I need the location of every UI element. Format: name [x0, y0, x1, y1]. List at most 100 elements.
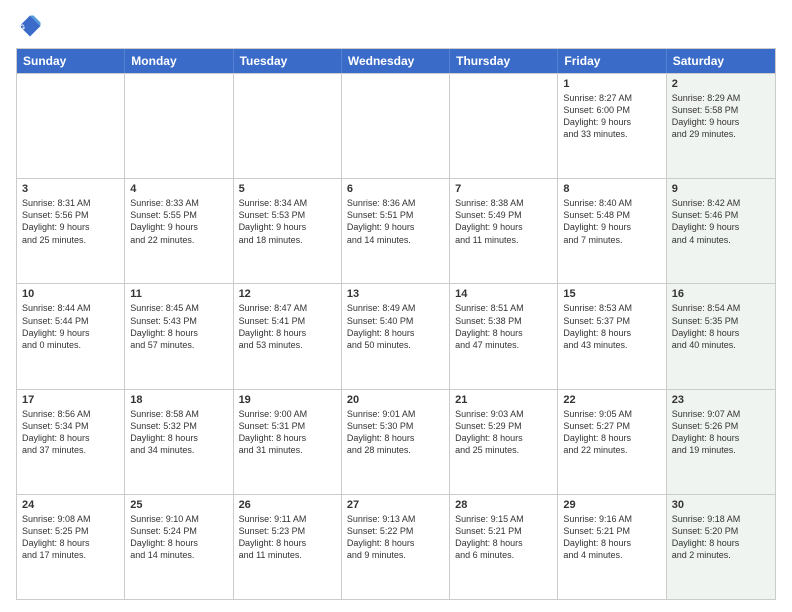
header-day-tuesday: Tuesday — [234, 49, 342, 73]
day-cell-22: 22Sunrise: 9:05 AM Sunset: 5:27 PM Dayli… — [558, 390, 666, 494]
day-cell-28: 28Sunrise: 9:15 AM Sunset: 5:21 PM Dayli… — [450, 495, 558, 599]
day-info: Sunrise: 8:34 AM Sunset: 5:53 PM Dayligh… — [239, 197, 336, 246]
day-info: Sunrise: 8:45 AM Sunset: 5:43 PM Dayligh… — [130, 302, 227, 351]
day-info: Sunrise: 9:01 AM Sunset: 5:30 PM Dayligh… — [347, 408, 444, 457]
day-info: Sunrise: 9:00 AM Sunset: 5:31 PM Dayligh… — [239, 408, 336, 457]
day-cell-17: 17 Sunrise: 8:56 AM Sunset: 5:34 PM Dayli… — [17, 390, 125, 494]
header-day-sunday: Sunday — [17, 49, 125, 73]
day-number: 4 — [130, 183, 227, 195]
day-info: Sunrise: 9:16 AM Sunset: 5:21 PM Dayligh… — [563, 513, 660, 562]
day-number: 2 — [672, 78, 770, 90]
day-cell-7: 7 Sunrise: 8:38 AM Sunset: 5:49 PM Daylig… — [450, 179, 558, 283]
empty-cell-0-3 — [342, 74, 450, 178]
page: G SundayMondayTuesdayWednesdayThursdayFr… — [0, 0, 792, 612]
day-info: Sunrise: 8:44 AM Sunset: 5:44 PM Dayligh… — [22, 302, 119, 351]
day-info: Sunrise: 9:13 AM Sunset: 5:22 PM Dayligh… — [347, 513, 444, 562]
day-cell-15: 15 Sunrise: 8:53 AM Sunset: 5:37 PM Dayli… — [558, 284, 666, 388]
calendar-header: SundayMondayTuesdayWednesdayThursdayFrid… — [17, 49, 775, 73]
day-cell-23: 23 Sunrise: 9:07 AM Sunset: 5:26 PM Dayli… — [667, 390, 775, 494]
day-info: Sunrise: 8:42 AM Sunset: 5:46 PM Dayligh… — [672, 197, 770, 246]
day-number: 21 — [455, 394, 552, 406]
day-number: 17 — [22, 394, 119, 406]
day-info: Sunrise: 9:03 AM Sunset: 5:29 PM Dayligh… — [455, 408, 552, 457]
day-cell-21: 21 Sunrise: 9:03 AM Sunset: 5:29 PM Dayli… — [450, 390, 558, 494]
day-cell-25: 25 Sunrise: 9:10 AM Sunset: 5:24 PM Dayli… — [125, 495, 233, 599]
day-cell-27: 27 Sunrise: 9:13 AM Sunset: 5:22 PM Dayli… — [342, 495, 450, 599]
day-info: Sunrise: 8:49 AM Sunset: 5:40 PM Dayligh… — [347, 302, 444, 351]
calendar: SundayMondayTuesdayWednesdayThursdayFrid… — [16, 48, 776, 600]
day-number: 30 — [672, 499, 770, 511]
day-number: 1 — [563, 78, 660, 90]
day-number: 24 — [22, 499, 119, 511]
day-cell-3: 3 Sunrise: 8:31 AM Sunset: 5:56 PM Daylig… — [17, 179, 125, 283]
day-cell-26: 26 Sunrise: 9:11 AM Sunset: 5:23 PM Dayli… — [234, 495, 342, 599]
day-number: 18 — [130, 394, 227, 406]
day-number: 15 — [563, 288, 660, 300]
day-info: Sunrise: 8:29 AM Sunset: 5:58 PM Dayligh… — [672, 92, 770, 141]
day-number: 5 — [239, 183, 336, 195]
day-info: Sunrise: 8:27 AM Sunset: 6:00 PM Dayligh… — [563, 92, 660, 141]
day-number: 23 — [672, 394, 770, 406]
calendar-row-1: 3 Sunrise: 8:31 AM Sunset: 5:56 PM Daylig… — [17, 178, 775, 283]
day-cell-2: 2 Sunrise: 8:29 AM Sunset: 5:58 PM Daylig… — [667, 74, 775, 178]
day-cell-6: 6Sunrise: 8:36 AM Sunset: 5:51 PM Daylig… — [342, 179, 450, 283]
logo-icon: G — [16, 12, 44, 40]
empty-cell-0-4 — [450, 74, 558, 178]
header: G — [16, 12, 776, 40]
day-info: Sunrise: 9:05 AM Sunset: 5:27 PM Dayligh… — [563, 408, 660, 457]
day-number: 29 — [563, 499, 660, 511]
day-info: Sunrise: 8:47 AM Sunset: 5:41 PM Dayligh… — [239, 302, 336, 351]
day-info: Sunrise: 8:54 AM Sunset: 5:35 PM Dayligh… — [672, 302, 770, 351]
day-cell-9: 9 Sunrise: 8:42 AM Sunset: 5:46 PM Daylig… — [667, 179, 775, 283]
header-day-thursday: Thursday — [450, 49, 558, 73]
logo: G — [16, 12, 48, 40]
day-info: Sunrise: 9:10 AM Sunset: 5:24 PM Dayligh… — [130, 513, 227, 562]
day-number: 13 — [347, 288, 444, 300]
day-number: 26 — [239, 499, 336, 511]
day-number: 10 — [22, 288, 119, 300]
day-number: 9 — [672, 183, 770, 195]
day-info: Sunrise: 8:56 AM Sunset: 5:34 PM Dayligh… — [22, 408, 119, 457]
day-info: Sunrise: 9:07 AM Sunset: 5:26 PM Dayligh… — [672, 408, 770, 457]
day-cell-19: 19Sunrise: 9:00 AM Sunset: 5:31 PM Dayli… — [234, 390, 342, 494]
day-number: 7 — [455, 183, 552, 195]
day-info: Sunrise: 8:58 AM Sunset: 5:32 PM Dayligh… — [130, 408, 227, 457]
day-info: Sunrise: 8:36 AM Sunset: 5:51 PM Dayligh… — [347, 197, 444, 246]
day-cell-5: 5 Sunrise: 8:34 AM Sunset: 5:53 PM Daylig… — [234, 179, 342, 283]
day-cell-16: 16 Sunrise: 8:54 AM Sunset: 5:35 PM Dayli… — [667, 284, 775, 388]
day-cell-30: 30 Sunrise: 9:18 AM Sunset: 5:20 PM Dayli… — [667, 495, 775, 599]
day-number: 12 — [239, 288, 336, 300]
day-info: Sunrise: 8:53 AM Sunset: 5:37 PM Dayligh… — [563, 302, 660, 351]
day-info: Sunrise: 9:08 AM Sunset: 5:25 PM Dayligh… — [22, 513, 119, 562]
empty-cell-0-1 — [125, 74, 233, 178]
day-number: 11 — [130, 288, 227, 300]
day-info: Sunrise: 9:15 AM Sunset: 5:21 PM Dayligh… — [455, 513, 552, 562]
day-number: 16 — [672, 288, 770, 300]
day-cell-11: 11 Sunrise: 8:45 AM Sunset: 5:43 PM Dayli… — [125, 284, 233, 388]
calendar-row-3: 17 Sunrise: 8:56 AM Sunset: 5:34 PM Dayli… — [17, 389, 775, 494]
day-info: Sunrise: 8:31 AM Sunset: 5:56 PM Dayligh… — [22, 197, 119, 246]
day-number: 27 — [347, 499, 444, 511]
day-number: 3 — [22, 183, 119, 195]
calendar-body: 1 Sunrise: 8:27 AM Sunset: 6:00 PM Daylig… — [17, 73, 775, 599]
day-cell-8: 8Sunrise: 8:40 AM Sunset: 5:48 PM Daylig… — [558, 179, 666, 283]
header-day-friday: Friday — [558, 49, 666, 73]
day-cell-4: 4 Sunrise: 8:33 AM Sunset: 5:55 PM Daylig… — [125, 179, 233, 283]
day-cell-10: 10 Sunrise: 8:44 AM Sunset: 5:44 PM Dayli… — [17, 284, 125, 388]
day-number: 14 — [455, 288, 552, 300]
empty-cell-0-2 — [234, 74, 342, 178]
day-info: Sunrise: 8:40 AM Sunset: 5:48 PM Dayligh… — [563, 197, 660, 246]
header-day-wednesday: Wednesday — [342, 49, 450, 73]
day-number: 20 — [347, 394, 444, 406]
day-cell-20: 20 Sunrise: 9:01 AM Sunset: 5:30 PM Dayli… — [342, 390, 450, 494]
header-day-saturday: Saturday — [667, 49, 775, 73]
day-info: Sunrise: 8:38 AM Sunset: 5:49 PM Dayligh… — [455, 197, 552, 246]
day-info: Sunrise: 9:18 AM Sunset: 5:20 PM Dayligh… — [672, 513, 770, 562]
day-info: Sunrise: 9:11 AM Sunset: 5:23 PM Dayligh… — [239, 513, 336, 562]
day-number: 25 — [130, 499, 227, 511]
day-cell-13: 13 Sunrise: 8:49 AM Sunset: 5:40 PM Dayli… — [342, 284, 450, 388]
calendar-row-4: 24 Sunrise: 9:08 AM Sunset: 5:25 PM Dayli… — [17, 494, 775, 599]
day-cell-18: 18 Sunrise: 8:58 AM Sunset: 5:32 PM Dayli… — [125, 390, 233, 494]
day-info: Sunrise: 8:33 AM Sunset: 5:55 PM Dayligh… — [130, 197, 227, 246]
header-day-monday: Monday — [125, 49, 233, 73]
